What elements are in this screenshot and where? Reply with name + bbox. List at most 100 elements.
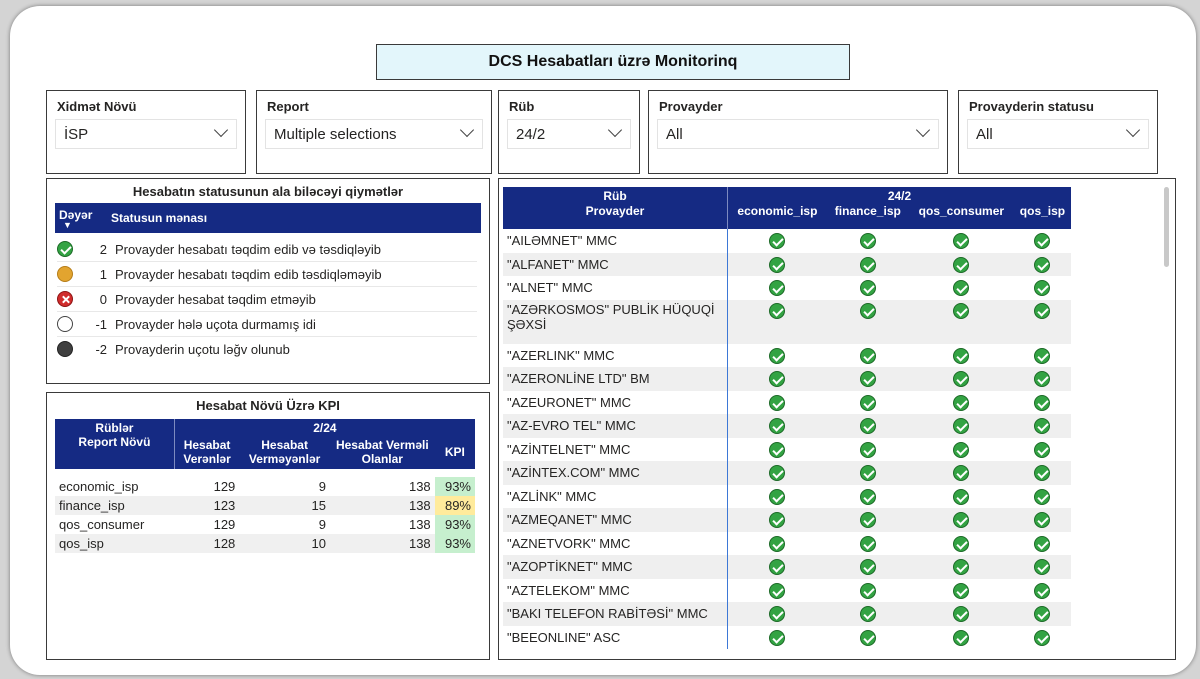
status-meaning: Provayder hesabatı təqdim edib təsdiqləm… [115, 266, 382, 282]
panel-title: Hesabat Növü Üzrə KPI [196, 398, 340, 413]
chevron-down-icon [460, 127, 474, 141]
green-check-icon [1034, 418, 1051, 435]
chevron-down-icon [214, 127, 228, 141]
column-header-provider: Provayder [585, 204, 645, 218]
column-header-kpi: KPI [444, 445, 465, 459]
table-row: qos_consumer 129 9 138 93% [55, 515, 475, 534]
status-cell [728, 532, 827, 556]
report-dropdown[interactable]: Multiple selections [265, 119, 483, 149]
kpi-value: 93% [434, 477, 475, 496]
green-check-icon [953, 256, 970, 273]
provider-name: "ALFANET" MMC [503, 252, 728, 276]
status-cell [827, 276, 909, 300]
green-check-icon [1034, 280, 1051, 297]
green-check-icon [1034, 233, 1051, 250]
green-check-icon [859, 303, 876, 320]
provider-name: "AZMEQANET" MMC [503, 508, 728, 532]
kpi-value: 89% [434, 496, 475, 515]
given-count: 123 [213, 498, 236, 513]
not-given-count: 9 [318, 517, 326, 532]
legend-row: 1 Provayder hesabatı təqdim edib təsdiql… [57, 262, 477, 287]
service-type-dropdown[interactable]: İSP [55, 119, 237, 149]
required-count: 138 [408, 517, 431, 532]
green-check-icon [859, 280, 876, 297]
status-cell [728, 276, 827, 300]
status-cell [728, 508, 827, 532]
status-cell [827, 626, 909, 650]
table-row: qos_isp 128 10 138 93% [55, 534, 475, 553]
provider-row: "AZ-EVRO TEL" MMC [503, 414, 1071, 438]
status-cell [909, 555, 1014, 579]
green-check-icon [953, 488, 970, 505]
dark-circle-icon [57, 341, 73, 357]
column-header-required: Hesabat Verməli Olanlar [335, 438, 429, 466]
provider-name: "ALNET" MMC [503, 276, 728, 300]
slicer-label: Provayderin statusu [969, 99, 1094, 114]
green-check-icon [769, 559, 786, 576]
status-cell [827, 414, 909, 438]
status-cell [827, 300, 909, 344]
dropdown-value: All [976, 125, 993, 143]
chevron-down-icon [608, 127, 622, 141]
dropdown-value: 24/2 [516, 125, 546, 143]
status-cell [728, 626, 827, 650]
green-check-icon [859, 441, 876, 458]
provider-status-dropdown[interactable]: All [967, 119, 1149, 149]
green-check-icon [769, 347, 786, 364]
slicer-report: Report Multiple selections [256, 90, 492, 174]
green-check-icon [769, 256, 786, 273]
quarter-dropdown[interactable]: 24/2 [507, 119, 631, 149]
green-check-icon [859, 347, 876, 364]
status-cell [909, 276, 1014, 300]
sortable-column-value[interactable]: Dəyər ▼ [59, 208, 111, 230]
status-cell [1014, 485, 1071, 509]
status-cell [909, 626, 1014, 650]
provider-name: "AZLİNK" MMC [503, 484, 728, 508]
legend-row: 2 Provayder hesabatı təqdim edib və təsd… [57, 237, 477, 262]
provider-name: "AZİNTEX.COM" MMC [503, 461, 728, 485]
green-check-icon [859, 488, 876, 505]
provider-name: "BAKI TELEFON RABİTƏSİ" MMC [503, 602, 728, 626]
status-cell [1014, 626, 1071, 650]
provider-dropdown[interactable]: All [657, 119, 939, 149]
status-cell [827, 602, 909, 626]
status-cell [909, 253, 1014, 277]
report-name: economic_isp [59, 479, 139, 494]
status-cell [728, 300, 827, 344]
empty-circle-icon [57, 316, 73, 332]
column-header-meaning: Statusun mənası [111, 211, 208, 225]
green-check-icon [57, 241, 73, 257]
provider-row: "AZTELEKOM" MMC [503, 578, 1071, 602]
given-count: 129 [213, 479, 236, 494]
status-meaning: Provayderin uçotu ləğv olunub [115, 341, 290, 357]
status-cell [909, 391, 1014, 415]
provider-row: "AZERLINK" MMC [503, 343, 1071, 367]
status-legend-panel: Hesabatın statusunun ala biləcəyi qiymət… [46, 178, 490, 384]
status-cell [728, 391, 827, 415]
status-cell [827, 508, 909, 532]
provider-row: "BEEONLINE" ASC [503, 625, 1071, 650]
page-title: DCS Hesabatları üzrə Monitorinq [376, 44, 850, 80]
status-cell [1014, 391, 1071, 415]
sort-arrow-icon: ▼ [63, 220, 72, 230]
status-cell [827, 461, 909, 485]
provider-name: "AILƏMNET" MMC [503, 229, 728, 253]
status-value: 0 [99, 291, 107, 307]
green-check-icon [953, 535, 970, 552]
green-check-icon [859, 559, 876, 576]
provider-name: "AZERLINK" MMC [503, 343, 728, 367]
green-check-icon [859, 535, 876, 552]
status-cell [728, 367, 827, 391]
green-check-icon [1034, 256, 1051, 273]
kpi-table: Rüblər 2/24 Report Növü Hesabat Verənlər… [55, 419, 475, 553]
kpi-value: 93% [434, 534, 475, 553]
status-cell [728, 229, 827, 253]
green-check-icon [953, 465, 970, 482]
status-value: -1 [95, 316, 107, 332]
vertical-scrollbar[interactable] [1164, 187, 1169, 267]
required-count: 138 [408, 479, 431, 494]
column-header-qos-isp: qos_isp [1019, 204, 1066, 218]
status-value: -2 [95, 341, 107, 357]
green-check-icon [769, 394, 786, 411]
table-row: economic_isp 129 9 138 93% [55, 477, 475, 496]
